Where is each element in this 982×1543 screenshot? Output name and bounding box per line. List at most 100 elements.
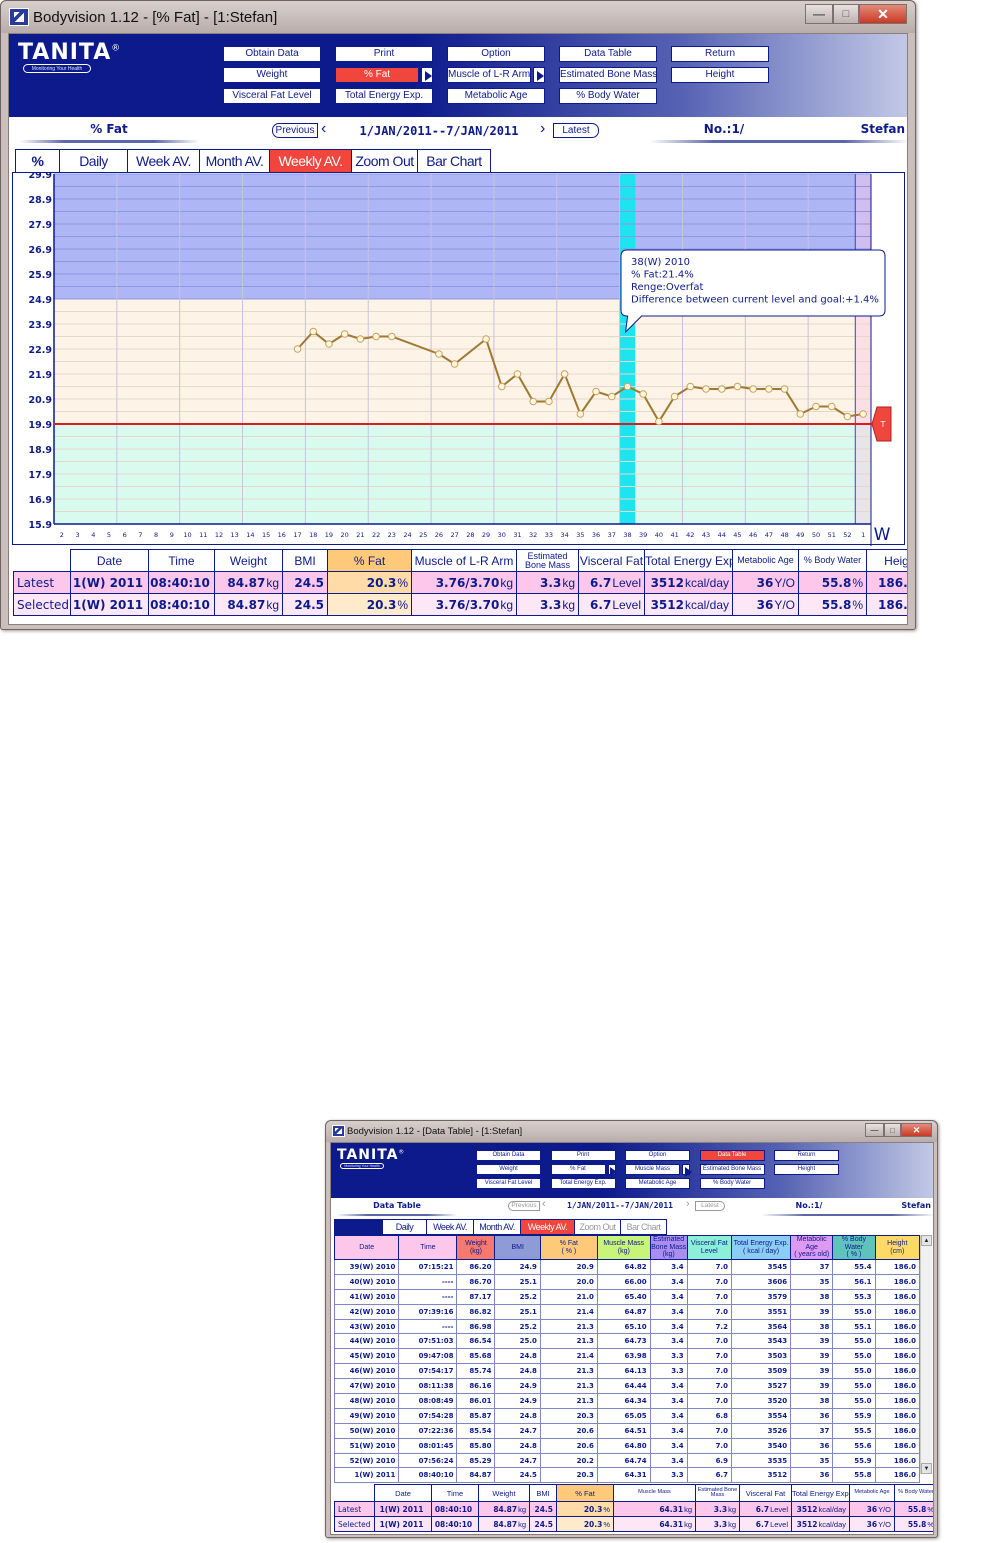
data-point[interactable]	[780, 385, 789, 393]
chevron-left-icon[interactable]: ‹	[542, 1198, 546, 1210]
table-row[interactable]: 52(W) 2010 07:56:24 85.29 24.7 20.2 64.74 3.4 6…	[333, 1452, 921, 1469]
data-point[interactable]	[607, 392, 616, 401]
chevron-right-icon[interactable]: ›	[686, 1198, 690, 1210]
submenu-arrow-icon[interactable]	[533, 67, 545, 83]
table-row[interactable]: 39(W) 2010 07:15:21 86.20 24.9 20.9 64.82 3.4 7…	[333, 1259, 921, 1275]
obtain-data-button[interactable]: Obtain Data	[223, 46, 321, 62]
option-button[interactable]: Option	[625, 1150, 690, 1161]
data-point[interactable]	[592, 387, 600, 396]
column-header-visceral-fat[interactable]: Visceral Fat Level	[686, 1235, 732, 1260]
tab-zoom-out[interactable]: Zoom Out	[351, 149, 417, 173]
minimize-button[interactable]: —	[805, 4, 833, 24]
print-button[interactable]: Print	[335, 46, 433, 62]
data-point[interactable]	[293, 345, 302, 353]
estimated-bone-mass-button[interactable]: Estimated Bone Mass	[699, 1164, 765, 1175]
data-point[interactable]	[717, 385, 726, 393]
data-point[interactable]	[812, 402, 820, 411]
return-button[interactable]: Return	[774, 1150, 839, 1161]
maximize-button[interactable]: □	[833, 4, 859, 24]
scroll-up-arrow-icon[interactable]: ▲	[921, 1235, 932, 1246]
column-header-bmi[interactable]: BMI	[494, 1235, 541, 1260]
table-row[interactable]: 40(W) 2010 ---- 86.70 25.1 20.0 66.00 3.4 7.0 36…	[333, 1273, 921, 1290]
table-row[interactable]: 41(W) 2010 ---- 87.17 25.2 21.0 65.40 3.4 7.0 35…	[333, 1288, 921, 1305]
chevron-left-icon[interactable]: ‹	[321, 120, 326, 138]
tab-bar-chart[interactable]: Bar Chart	[620, 1219, 667, 1235]
data-point[interactable]	[325, 340, 333, 348]
data-point[interactable]	[372, 332, 380, 341]
tab-weekly-av[interactable]: Weekly AV.	[269, 149, 351, 173]
table-row[interactable]: 1(W) 2011 08:40:10 84.87 24.5 20.3 64.31 3.3 6.…	[333, 1467, 921, 1484]
total-energy-exp-button[interactable]: Total Energy Exp.	[335, 88, 433, 104]
tab-month-av[interactable]: Month AV.	[199, 149, 269, 173]
return-button[interactable]: Return	[671, 46, 769, 62]
data-point[interactable]	[859, 410, 867, 418]
latest-button[interactable]: Latest	[553, 123, 599, 138]
tab-daily[interactable]: Daily	[59, 149, 127, 173]
column-header-muscle-mass[interactable]: Muscle Mass (kg)	[596, 1235, 651, 1260]
data-point[interactable]	[796, 410, 805, 418]
column-header-weight[interactable]: Weight (kg)	[456, 1235, 496, 1260]
percent-body-water-button[interactable]: % Body Water	[559, 88, 657, 104]
data-table-button[interactable]: Data Table	[559, 46, 657, 62]
table-row[interactable]: 43(W) 2010 ---- 86.98 25.2 21.3 65.10 3.4 7.2 35…	[333, 1318, 921, 1335]
tab-month-av[interactable]: Month AV.	[473, 1219, 520, 1235]
metabolic-age-button[interactable]: Metabolic Age	[625, 1178, 690, 1189]
minimize-button[interactable]: —	[865, 1123, 884, 1137]
column-header-percent-fat[interactable]: % Fat( % )	[539, 1235, 598, 1260]
percent-fat-button[interactable]: % Fat	[335, 67, 419, 83]
data-point[interactable]	[356, 335, 365, 343]
weight-button[interactable]: Weight	[476, 1164, 541, 1175]
table-row[interactable]: 46(W) 2010 07:54:17 85.74 24.8 21.3 64.13 3.3 7…	[333, 1363, 921, 1380]
data-point[interactable]	[513, 370, 522, 378]
submenu-arrow-icon[interactable]	[421, 67, 433, 83]
column-header-metabolic-age[interactable]: Metabolic Age( years old)	[790, 1235, 834, 1260]
tab-weekly-av[interactable]: Weekly AV.	[520, 1219, 574, 1235]
previous-button[interactable]: Previous	[272, 123, 318, 138]
total-energy-exp-button[interactable]: Total Energy Exp.	[550, 1178, 616, 1189]
option-button[interactable]: Option	[447, 46, 545, 62]
height-button[interactable]: Height	[671, 67, 769, 83]
metabolic-age-button[interactable]: Metabolic Age	[447, 88, 545, 104]
tab-week-av[interactable]: Week AV.	[426, 1219, 473, 1235]
table-scrollbar[interactable]: ▲ ▼	[920, 1235, 932, 1474]
data-point[interactable]	[655, 417, 663, 426]
data-point[interactable]	[529, 397, 538, 406]
table-row[interactable]: 42(W) 2010 07:39:16 86.82 25.1 21.4 64.87 3.4 7…	[333, 1303, 921, 1320]
visceral-fat-level-button[interactable]: Visceral Fat Level	[476, 1178, 541, 1189]
data-point[interactable]	[765, 385, 773, 393]
tab-week-av[interactable]: Week AV.	[127, 149, 199, 173]
close-button[interactable]: ✕	[859, 4, 907, 24]
data-point[interactable]	[435, 350, 443, 358]
weight-button[interactable]: Weight	[223, 67, 321, 83]
table-row[interactable]: 51(W) 2010 08:01:45 85.80 24.8 20.6 64.80 3.4 7…	[333, 1437, 921, 1454]
data-point[interactable]	[497, 382, 506, 391]
maximize-button[interactable]: □	[884, 1123, 901, 1137]
tab-bar-chart[interactable]: Bar Chart	[417, 149, 491, 173]
data-point[interactable]	[309, 327, 318, 336]
fat-chart[interactable]: T 29.9 28.9 27.9 26.9 25.9 24.9 23.9 22.9 21.9 20.…	[13, 170, 906, 546]
data-point[interactable]	[450, 360, 459, 368]
column-header-total-energy-exp[interactable]: Total Energy Exp.( kcal / day)	[730, 1235, 792, 1260]
percent-body-water-button[interactable]: % Body Water	[699, 1178, 765, 1189]
table-row[interactable]: 44(W) 2010 07:51:03 86.54 25.0 21.3 64.73 3.4 7…	[333, 1333, 921, 1350]
data-point[interactable]	[623, 382, 632, 391]
previous-button[interactable]: Previous	[508, 1201, 540, 1211]
percent-fat-button[interactable]: % Fat	[550, 1164, 606, 1175]
column-header-estimated-bone-mass[interactable]: Estimated Bone Mass (kg)	[649, 1235, 688, 1260]
latest-button[interactable]: Latest	[695, 1201, 725, 1211]
data-point[interactable]	[387, 332, 396, 341]
table-row[interactable]: 45(W) 2010 09:47:08 85.68 24.8 21.4 63.98 3.3 7…	[333, 1348, 921, 1365]
table-row[interactable]: 47(W) 2010 08:11:38 86.16 24.9 21.3 64.44 3.4 7…	[333, 1378, 921, 1395]
tab-daily[interactable]: Daily	[382, 1219, 426, 1235]
column-header-date[interactable]: Date	[333, 1235, 400, 1260]
submenu-arrow-icon[interactable]	[682, 1164, 692, 1177]
height-button[interactable]: Height	[774, 1164, 839, 1175]
data-point[interactable]	[733, 382, 742, 391]
data-point[interactable]	[576, 410, 585, 418]
table-row[interactable]: 50(W) 2010 07:22:36 85.54 24.7 20.6 64.51 3.4 7…	[333, 1422, 921, 1439]
column-header-height[interactable]: Height (cm)	[874, 1235, 921, 1260]
scroll-down-arrow-icon[interactable]: ▼	[921, 1463, 932, 1474]
visceral-fat-level-button[interactable]: Visceral Fat Level	[223, 88, 321, 104]
submenu-arrow-icon[interactable]	[607, 1164, 618, 1177]
data-point[interactable]	[749, 385, 757, 393]
